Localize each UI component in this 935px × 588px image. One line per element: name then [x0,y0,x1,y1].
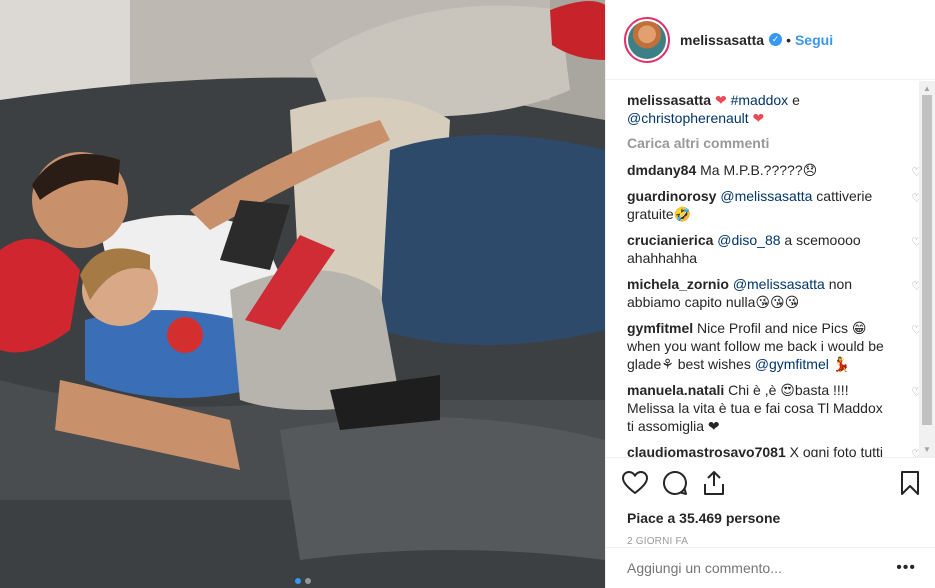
comment-item: crucianierica @diso_88 a scemoooo ahahha… [627,231,922,267]
load-more-comments-button[interactable]: Carica altri commenti [627,135,914,151]
comment-mention[interactable]: @diso_88 [717,232,780,248]
red-heart-icon: ❤ [714,92,727,108]
comments-list[interactable]: melissasatta ❤ #maddox e @christopherena… [606,81,935,457]
scroll-down-arrow-icon[interactable]: ▼ [923,445,931,454]
avatar[interactable] [624,16,670,63]
action-icons [622,468,920,498]
caption-mention[interactable]: @christopherenault [627,110,749,126]
comment-bubble-icon[interactable] [662,470,688,496]
comment-item: manuela.natali Chi è ,è 😍basta !!!! Meli… [627,381,922,435]
comment-mention[interactable]: @melissasatta [720,188,812,204]
post-side-panel: melissasatta ✓ • Segui melissasatta ❤ #m… [605,0,935,588]
comments-scrollbar[interactable]: ▲ ▼ [919,81,935,457]
add-comment-input[interactable] [627,560,897,576]
share-icon[interactable] [702,470,726,496]
caption: melissasatta ❤ #maddox e @christopherena… [627,91,914,127]
header-username[interactable]: melissasatta [680,32,764,48]
scrollbar-thumb[interactable] [922,95,932,425]
header-separator: • [786,31,791,48]
carousel-indicator [0,578,605,584]
post-actions: Piace a 35.469 persone 2 GIORNI FA [606,457,935,547]
follow-button[interactable]: Segui [795,32,833,48]
like-heart-icon[interactable] [622,471,648,495]
comment-username[interactable]: michela_zornio [627,276,729,292]
comment-item: michela_zornio @melissasatta non abbiamo… [627,275,922,311]
carousel-dot[interactable] [304,578,311,584]
comment-text: 💃 [828,356,851,372]
more-options-icon[interactable]: ••• [896,559,916,577]
carousel-dot-active[interactable] [294,578,301,584]
caption-hashtag[interactable]: #maddox [731,92,789,108]
scroll-up-arrow-icon[interactable]: ▲ [923,84,931,93]
comment-username[interactable]: claudiomastrosavo7081 [627,444,786,457]
comment-container: dmdany84 Ma M.P.B.?????😞 ♡ guardinorosy @m… [627,161,922,457]
post-date[interactable]: 2 GIORNI FA [622,536,920,547]
comment-mention[interactable]: @gymfitmel [755,356,829,372]
add-comment-bar: ••• [606,547,935,588]
bookmark-icon[interactable] [900,470,920,496]
comment-text: Ma M.P.B.?????😞 [700,162,818,178]
post-photo[interactable] [0,0,605,588]
comment-username[interactable]: manuela.natali [627,382,724,398]
comment-username[interactable]: crucianierica [627,232,713,248]
likes-count[interactable]: Piace a 35.469 persone [622,510,920,526]
red-heart-icon: ❤ [752,110,765,126]
comment-item: dmdany84 Ma M.P.B.?????😞 ♡ [627,161,922,179]
caption-username[interactable]: melissasatta [627,92,711,108]
comment-mention[interactable]: @melissasatta [733,276,825,292]
post-header: melissasatta ✓ • Segui [606,0,935,80]
comment-item: gymfitmel Nice Profil and nice Pics 😁 wh… [627,319,922,373]
photo-image [0,0,605,588]
comment-username[interactable]: dmdany84 [627,162,696,178]
caption-conj: e [792,92,800,108]
comment-username[interactable]: guardinorosy [627,188,716,204]
comment-username[interactable]: gymfitmel [627,320,693,336]
verified-badge-icon: ✓ [769,33,783,46]
comment-item: claudiomastrosavo7081 X ogni foto tutti … [627,443,922,457]
comment-item: guardinorosy @melissasatta cattiverie gr… [627,187,922,223]
